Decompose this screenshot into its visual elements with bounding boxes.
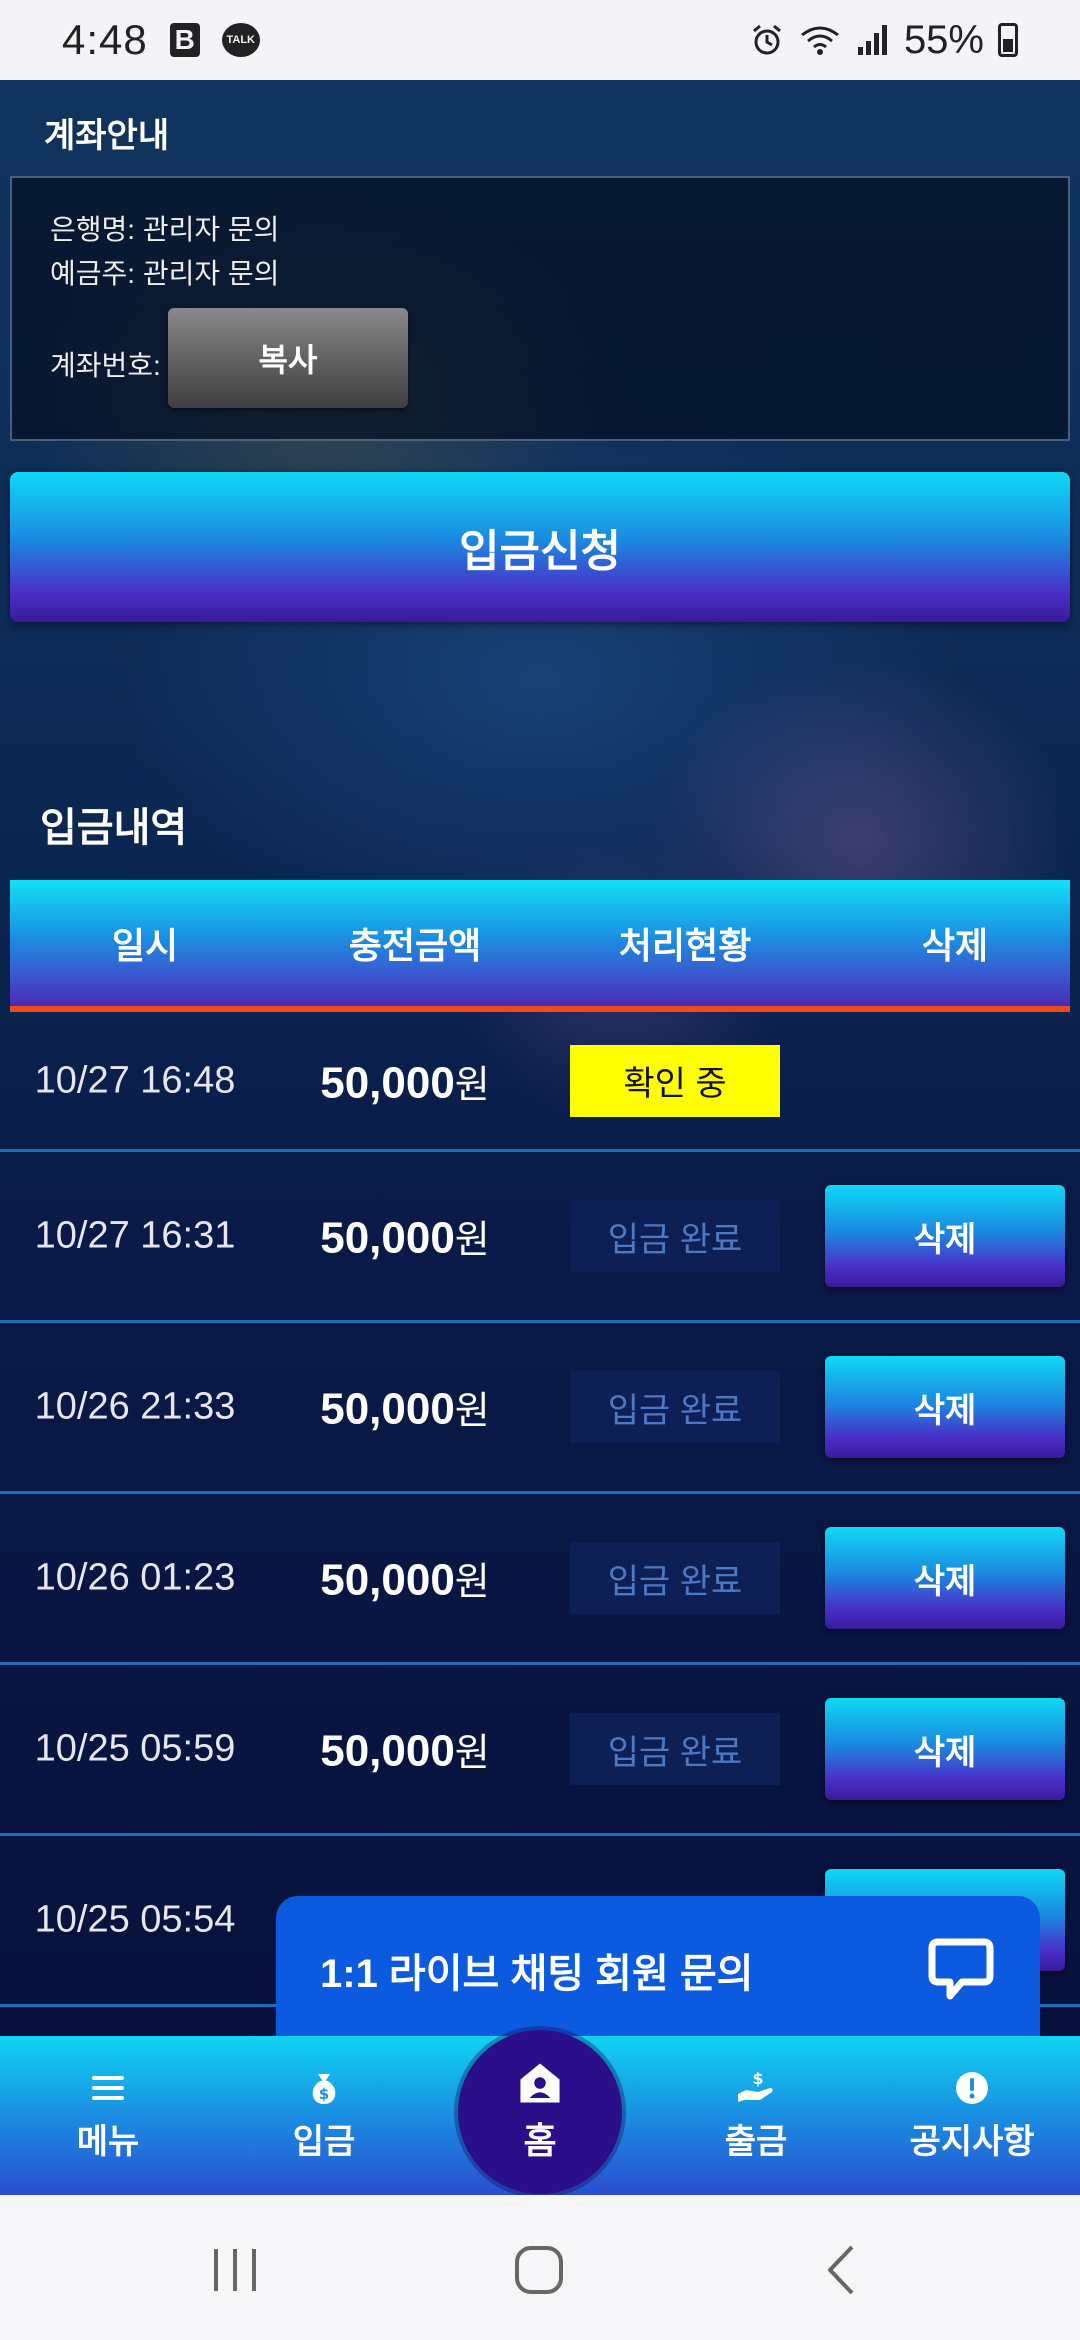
amount-unit: 원	[454, 1561, 490, 1604]
nav-menu-label: 메뉴	[76, 2123, 140, 2161]
account-title: 계좌안내	[44, 117, 170, 155]
row-status: 입금 완료	[540, 1713, 810, 1785]
table-row: 10/26 01:23 50,000원 입금 완료 삭제	[0, 1494, 1080, 1665]
table-row: 10/25 05:59 50,000원 입금 완료 삭제	[0, 1665, 1080, 1836]
recent-apps-icon[interactable]	[200, 2235, 270, 2305]
battery-percent: 55%	[903, 17, 984, 62]
nav-withdraw-label: 출금	[724, 2123, 788, 2161]
status-time: 4:48	[62, 16, 148, 63]
live-chat-label: 1:1 라이브 채팅 회원 문의	[320, 1952, 754, 1996]
row-status: 입금 완료	[540, 1542, 810, 1614]
amount-value: 50,000	[320, 1555, 455, 1605]
status-badge: 입금 완료	[570, 1371, 780, 1443]
home-nav-icon[interactable]	[504, 2235, 574, 2305]
row-delete: 삭제	[810, 1698, 1080, 1800]
home-icon	[520, 2063, 560, 2103]
nav-home-button[interactable]: 홈	[458, 2030, 622, 2194]
nav-menu[interactable]: 메뉴	[28, 2036, 188, 2195]
row-amount: 50,000원	[270, 1209, 540, 1264]
alarm-icon	[752, 24, 781, 55]
amount-unit: 원	[454, 1219, 490, 1262]
amount-unit: 원	[454, 1064, 490, 1106]
status-bar: 4:48 B TALK 55%	[0, 0, 1080, 80]
deposit-request-button[interactable]: 입금신청	[10, 472, 1070, 622]
money-bag-icon: $	[312, 2074, 336, 2104]
amount-value: 50,000	[320, 1726, 455, 1776]
table-row: 10/27 16:48 50,000원 확인 중	[0, 1012, 1080, 1152]
row-amount: 50,000원	[270, 1053, 540, 1108]
row-date: 10/26 21:33	[34, 1385, 236, 1428]
row-date: 10/25 05:59	[34, 1727, 236, 1770]
battery-icon	[998, 23, 1018, 57]
row-amount: 50,000원	[270, 1551, 540, 1606]
delete-button[interactable]: 삭제	[825, 1356, 1065, 1458]
table-body: 10/27 16:48 50,000원 확인 중 10/27 16:31 50,…	[0, 1012, 1080, 2042]
row-delete: 삭제	[810, 1185, 1080, 1287]
kakaotalk-icon: TALK	[221, 23, 260, 57]
amount-value: 50,000	[320, 1384, 455, 1434]
account-holder: 예금주: 관리자 문의	[50, 258, 280, 289]
menu-icon	[92, 2076, 124, 2100]
history-title: 입금내역	[40, 806, 188, 850]
row-status: 입금 완료	[540, 1200, 810, 1272]
table-header: 일시 충전금액 처리현황 삭제	[10, 880, 1070, 1012]
alert-circle-icon	[956, 2072, 988, 2104]
status-badge: 입금 완료	[570, 1542, 780, 1614]
column-delete: 삭제	[921, 925, 989, 966]
svg-text:$: $	[752, 2069, 763, 2088]
amount-value: 50,000	[320, 1058, 455, 1107]
row-date: 10/25 05:54	[34, 1898, 236, 1941]
nav-withdraw[interactable]: $ 출금	[676, 2036, 836, 2195]
nav-notice[interactable]: 공지사항	[892, 2036, 1052, 2195]
chat-bubble-icon	[928, 1938, 994, 2000]
delete-button[interactable]: 삭제	[825, 1698, 1065, 1800]
row-date: 10/26 01:23	[34, 1556, 236, 1599]
row-status: 확인 중	[540, 1044, 810, 1117]
row-date: 10/27 16:31	[34, 1214, 236, 1257]
nav-home-label: 홈	[523, 2120, 557, 2161]
row-delete: 삭제	[810, 1527, 1080, 1629]
table-row: 10/26 21:33 50,000원 입금 완료 삭제	[0, 1323, 1080, 1494]
status-badge: 확인 중	[570, 1044, 780, 1117]
wifi-icon	[801, 26, 839, 55]
live-chat-banner[interactable]: 1:1 라이브 채팅 회원 문의	[276, 1896, 1040, 2044]
account-info-box: 은행명: 관리자 문의 예금주: 관리자 문의 계좌번호: 복사	[10, 176, 1070, 441]
back-icon[interactable]	[808, 2235, 878, 2305]
nav-notice-label: 공지사항	[909, 2123, 1035, 2161]
nav-deposit[interactable]: $ 입금	[244, 2036, 404, 2195]
delete-button[interactable]: 삭제	[825, 1185, 1065, 1287]
amount-value: 50,000	[320, 1213, 455, 1263]
status-badge: 입금 완료	[570, 1713, 780, 1785]
signal-icon	[857, 25, 887, 55]
nav-deposit-label: 입금	[292, 2123, 356, 2161]
row-amount: 50,000원	[270, 1722, 540, 1777]
system-nav-bar	[0, 2195, 1080, 2340]
table-row: 10/27 16:31 50,000원 입금 완료 삭제	[0, 1152, 1080, 1323]
account-number-label: 계좌번호:	[50, 350, 161, 381]
b-app-icon: B	[169, 23, 200, 57]
copy-button[interactable]: 복사	[168, 308, 408, 408]
hand-coin-icon: $	[738, 2069, 773, 2102]
column-status: 처리현황	[618, 925, 752, 966]
amount-unit: 원	[454, 1732, 490, 1775]
row-delete: 삭제	[810, 1356, 1080, 1458]
svg-text:$: $	[319, 2085, 329, 2103]
bank-name: 은행명: 관리자 문의	[50, 214, 280, 245]
status-badge: 입금 완료	[570, 1200, 780, 1272]
column-date: 일시	[111, 925, 179, 966]
row-amount: 50,000원	[270, 1380, 540, 1435]
delete-button[interactable]: 삭제	[825, 1527, 1065, 1629]
row-status: 입금 완료	[540, 1371, 810, 1443]
row-date: 10/27 16:48	[34, 1059, 236, 1101]
column-amount: 충전금액	[348, 925, 482, 966]
amount-unit: 원	[454, 1390, 490, 1433]
